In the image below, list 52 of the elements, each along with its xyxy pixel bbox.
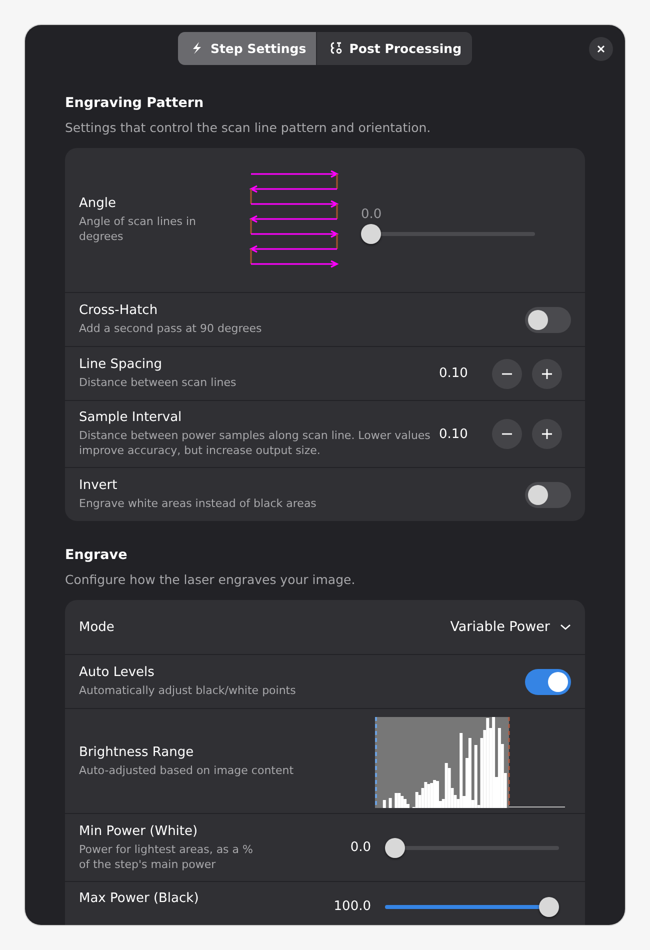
slider-thumb[interactable] xyxy=(385,838,405,858)
close-button[interactable] xyxy=(589,37,613,61)
row-description: Angle of scan lines in degrees xyxy=(79,214,197,244)
arrows-icon xyxy=(329,41,344,55)
histogram-bar xyxy=(388,798,392,808)
close-icon xyxy=(596,44,606,54)
slider[interactable] xyxy=(385,838,559,858)
row-description: Power for lightest areas, as a % of the step's main power xyxy=(79,842,254,872)
row-title: Cross-Hatch xyxy=(79,303,159,318)
section-description: Settings that control the scan line pattern and orientation. xyxy=(65,120,432,135)
row-description: Distance between scan lines xyxy=(79,375,238,390)
spin-value: 0.10 xyxy=(439,366,468,381)
slider-thumb[interactable] xyxy=(361,224,381,244)
slider[interactable] xyxy=(361,224,535,244)
section-title: Engrave xyxy=(65,547,128,563)
mode-dropdown[interactable]: Variable Power xyxy=(450,615,571,639)
row-title: Line Spacing xyxy=(79,357,163,372)
tab[interactable]: Step Settings xyxy=(178,32,316,64)
slider-value: 100.0 xyxy=(332,899,371,914)
decrement-button[interactable] xyxy=(492,358,522,388)
plus-icon xyxy=(540,428,553,440)
slider-thumb[interactable] xyxy=(539,897,559,917)
histogram-bar xyxy=(382,800,386,808)
decrement-button[interactable] xyxy=(492,419,522,449)
chevron-down-icon xyxy=(560,624,571,630)
row-description: Add a second pass at 90 degrees xyxy=(79,321,263,336)
toggle-switch[interactable] xyxy=(525,482,571,508)
spin-value: 0.10 xyxy=(439,426,468,442)
tab[interactable]: Post Processing xyxy=(316,32,472,64)
row-title: Invert xyxy=(79,478,118,493)
row-description: Automatically adjust black/white points xyxy=(79,683,297,698)
row-description: Engrave white areas instead of black areas xyxy=(79,496,318,511)
toggle-switch[interactable] xyxy=(525,668,571,694)
row-description: Distance between power samples along scan line. Lower values improve accuracy, but increase output size. xyxy=(79,428,432,458)
section-title: Engraving Pattern xyxy=(65,95,205,111)
row-title: Angle xyxy=(79,196,117,211)
row-title: Max Power (Black) xyxy=(79,891,200,906)
slider[interactable] xyxy=(385,897,559,917)
row-title: Auto Levels xyxy=(79,665,156,680)
increment-button[interactable] xyxy=(532,419,562,449)
row-title: Min Power (White) xyxy=(79,824,199,838)
row-title: Brightness Range xyxy=(79,744,195,760)
histogram-baseline xyxy=(508,806,566,808)
increment-button[interactable] xyxy=(532,358,562,388)
row-description: Auto-adjusted based on image content xyxy=(79,762,295,778)
row-title: Mode xyxy=(79,620,116,634)
toggle-switch[interactable] xyxy=(525,306,571,332)
row-title: Sample Interval xyxy=(79,410,183,425)
slider-value: 0.0 xyxy=(349,840,371,855)
slider-value: 0.0 xyxy=(361,206,383,222)
plus-icon xyxy=(540,368,553,380)
section-description: Configure how the laser engraves your image. xyxy=(65,572,356,587)
